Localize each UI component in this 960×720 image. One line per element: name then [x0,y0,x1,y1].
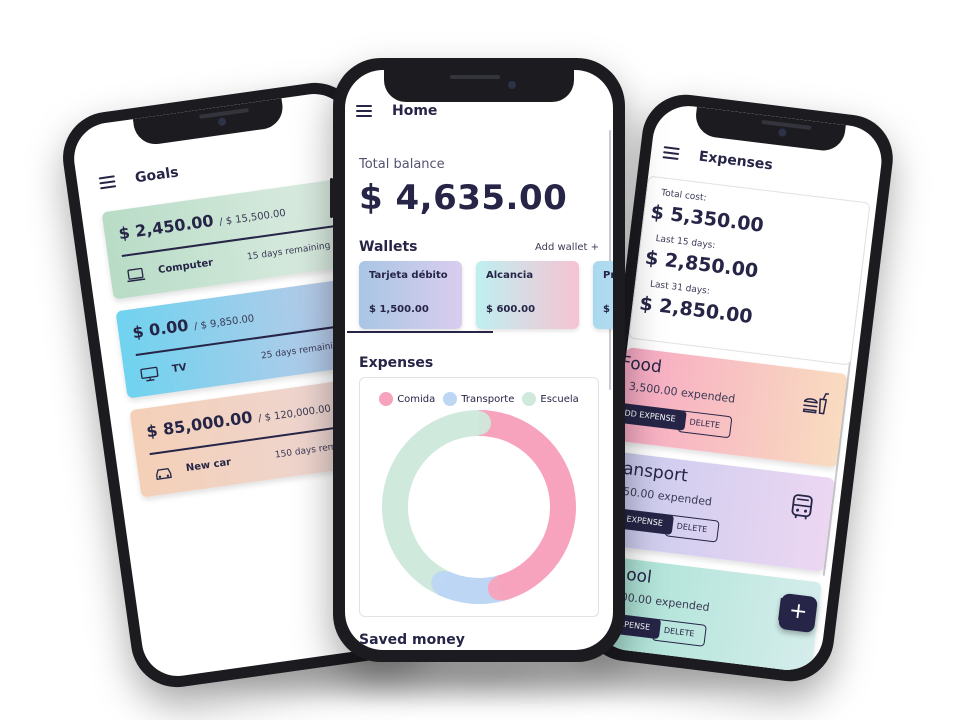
page-title: Goals [134,164,180,187]
add-category-fab[interactable]: + [777,592,819,634]
goal-days-remaining: 15 days remaining [246,240,332,263]
legend-swatch [379,392,394,406]
expenses-donut-chart [382,410,576,604]
total-balance-label: Total balance [359,157,445,172]
phone-notch [384,70,574,102]
expense-category-transport[interactable]: Transport $ 350.00 expended ADD EXPENSE … [595,451,835,572]
expenses-chart-card: Comida Transporte Escuela [359,377,599,617]
wallet-amount: $ 1,500.00 [369,304,429,315]
phone-home: Home Total balance $ 4,635.00 Wallets Ad… [330,58,625,662]
last-15-days-value: $ 2,850.00 [643,246,760,283]
add-wallet-link[interactable]: Add wallet + [535,242,599,253]
phone-expenses: Expenses Total cost: $ 5,350.00 Last 15 … [578,89,898,687]
donut-slice-cap [431,571,456,596]
monitor-icon [140,366,159,382]
saved-money-title: Saved money [359,632,465,648]
wallets-title: Wallets [359,239,418,255]
phone-notch [132,98,286,147]
total-balance-value: $ 4,635.00 [359,178,568,218]
donut-slice-comida[interactable] [478,410,576,601]
donut-slice-escuela[interactable] [382,410,480,595]
page-title: Home [392,103,438,119]
total-cost-label: Total cost: [660,188,708,204]
donut-slice-cap [487,576,512,601]
legend-item-escuela[interactable]: Escuela [522,392,579,406]
category-name: Food [620,352,663,378]
menu-icon[interactable] [98,175,117,190]
wallets-scroll-indicator [347,331,493,333]
delete-button[interactable]: DELETE [651,618,707,647]
menu-icon[interactable] [662,146,680,161]
category-expended: $ 3,500.00 expended [617,378,736,406]
legend-label: Escuela [540,393,579,405]
menu-icon[interactable] [356,105,372,117]
expenses-screen: Expenses Total cost: $ 5,350.00 Last 15 … [590,102,886,674]
last-31-days-value: $ 2,850.00 [638,292,754,329]
legend-swatch [522,392,537,406]
wallet-name: Alcancia [486,270,534,281]
donut-slice-cap [467,411,491,435]
laptop-icon [127,267,146,283]
chart-legend: Comida Transporte Escuela [360,392,598,406]
wallet-card-tarjeta-debito[interactable]: Tarjeta débito $ 1,500.00 [359,261,462,329]
legend-swatch [443,392,458,406]
expenses-title: Expenses [359,355,434,371]
delete-button[interactable]: DELETE [664,514,720,543]
bus-icon [791,494,813,520]
wallet-amount: $ 600.00 [486,304,536,315]
legend-label: Comida [397,393,436,405]
burger-drink-icon [802,392,830,415]
legend-item-transporte[interactable]: Transporte [443,392,514,406]
wallet-card-alcancia[interactable]: Alcancia $ 600.00 [476,261,579,329]
car-icon [156,467,172,481]
expenses-summary-card: Total cost: $ 5,350.00 Last 15 days: $ 2… [628,175,871,366]
legend-label: Transporte [461,393,515,405]
page-title: Expenses [697,148,774,174]
total-cost-value: $ 5,350.00 [649,201,765,237]
mockup-stage: Goals $ 2,450.00 / $ 15,500.00 Computer … [0,0,960,720]
goal-name: New car [185,456,232,475]
wallet-name: Pr [603,270,613,281]
expense-category-food[interactable]: Food $ 3,500.00 expended ADD EXPENSE DEL… [607,347,848,468]
legend-item-comida[interactable]: Comida [379,392,435,406]
goal-amount: $ 85,000.00 / $ 120,000.00 [145,403,332,442]
goal-amount: $ 0.00 / $ 9,850.00 [131,313,256,343]
goal-name: TV [171,362,188,376]
wallet-card-partial[interactable]: Pr $ [593,261,613,329]
home-screen: Home Total balance $ 4,635.00 Wallets Ad… [345,70,613,650]
scrollbar[interactable] [609,130,611,390]
wallet-amount: $ [603,304,610,315]
wallets-carousel[interactable]: Tarjeta débito $ 1,500.00 Alcancia $ 600… [359,261,613,331]
delete-button[interactable]: DELETE [677,410,733,439]
goal-name: Computer [157,257,214,277]
wallet-name: Tarjeta débito [369,270,448,281]
